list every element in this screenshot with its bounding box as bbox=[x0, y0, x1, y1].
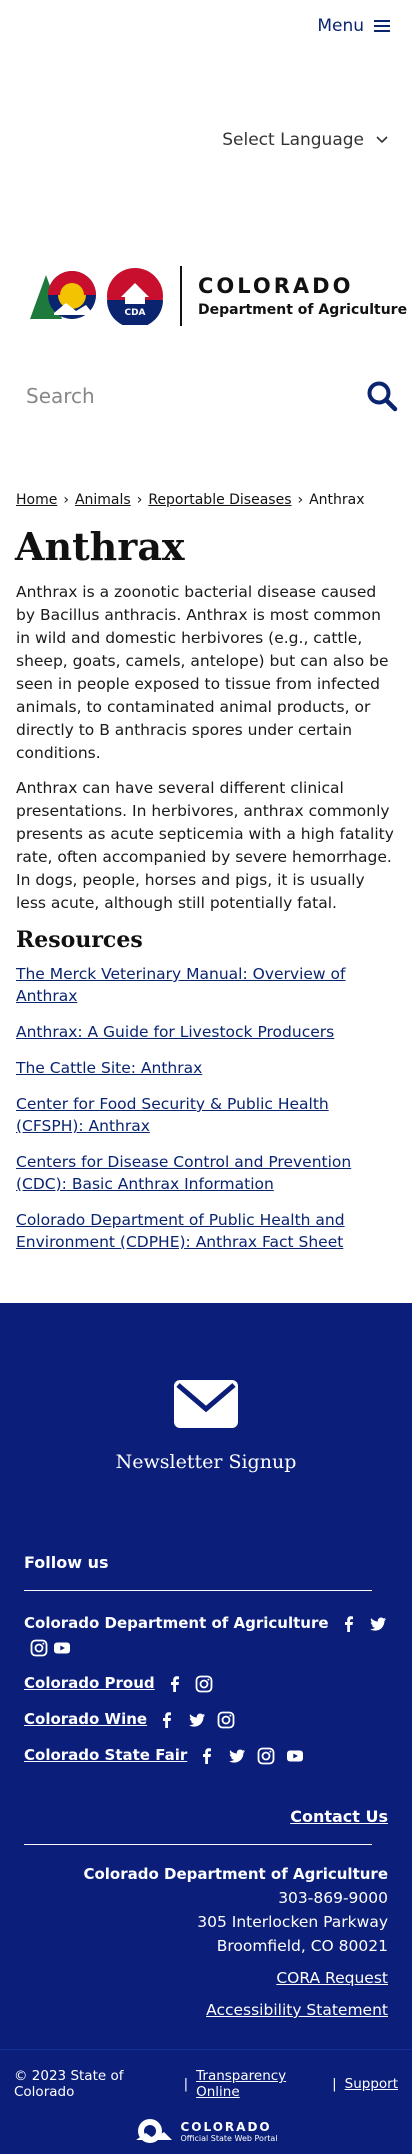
envelope-icon bbox=[174, 1380, 238, 1428]
portal-subtitle: Official State Web Portal bbox=[180, 2133, 278, 2143]
hamburger-icon bbox=[374, 20, 390, 32]
facebook-icon[interactable] bbox=[166, 1675, 184, 1693]
resource-link-cattle-site[interactable]: The Cattle Site: Anthrax bbox=[16, 1057, 396, 1079]
support-link[interactable]: Support bbox=[345, 2076, 398, 2092]
social-row-colorado-wine: Colorado Wine bbox=[24, 1707, 388, 1731]
transparency-online-link[interactable]: Transparency Online bbox=[196, 2068, 324, 2100]
page-title: Anthrax bbox=[15, 524, 185, 569]
breadcrumb: Home › Animals › Reportable Diseases › A… bbox=[16, 492, 396, 508]
colorado-co-logo-icon bbox=[30, 271, 96, 319]
contact-us-link[interactable]: Contact Us bbox=[290, 1807, 388, 1826]
breadcrumb-current: Anthrax bbox=[309, 492, 365, 508]
social-name: Colorado Department of Agriculture bbox=[24, 1614, 329, 1632]
footer-phone: 303-869-9000 bbox=[278, 1889, 388, 1907]
newsletter-label: Newsletter Signup bbox=[115, 1451, 297, 1473]
logo-subtitle: Department of Agriculture bbox=[198, 302, 408, 318]
resource-link-merck[interactable]: The Merck Veterinary Manual: Overview of… bbox=[16, 963, 396, 1007]
cda-badge-icon: CDA bbox=[107, 268, 163, 325]
search-input[interactable] bbox=[26, 384, 286, 408]
legal-separator: | bbox=[332, 2076, 337, 2092]
divider bbox=[24, 1844, 372, 1845]
instagram-icon[interactable] bbox=[217, 1711, 235, 1729]
site-logo[interactable]: CDA COLORADO Department of Agriculture bbox=[0, 232, 412, 360]
breadcrumb-separator: › bbox=[63, 492, 69, 508]
svg-text:CDA: CDA bbox=[124, 308, 145, 318]
twitter-icon[interactable] bbox=[369, 1615, 387, 1633]
social-row-colorado-state-fair: Colorado State Fair bbox=[24, 1743, 388, 1767]
instagram-icon[interactable] bbox=[257, 1747, 275, 1765]
resource-link-cdphe[interactable]: Colorado Department of Public Health and… bbox=[16, 1209, 396, 1253]
legal-bar: © 2023 State of Colorado | Transparency … bbox=[0, 2049, 412, 2154]
accessibility-statement-link[interactable]: Accessibility Statement bbox=[24, 2001, 388, 2019]
colorado-portal-icon bbox=[136, 2119, 173, 2143]
twitter-icon[interactable] bbox=[188, 1711, 206, 1729]
breadcrumb-separator: › bbox=[136, 492, 143, 508]
menu-button[interactable]: Menu bbox=[317, 16, 390, 36]
instagram-icon[interactable] bbox=[195, 1675, 213, 1693]
footer-address-line-2: Broomfield, CO 80021 bbox=[216, 1937, 388, 1955]
twitter-icon[interactable] bbox=[228, 1747, 246, 1765]
facebook-icon[interactable] bbox=[158, 1711, 176, 1729]
footer-address-line-1: 305 Interlocken Parkway bbox=[197, 1913, 388, 1931]
footer-org-name: Colorado Department of Agriculture bbox=[83, 1865, 388, 1883]
logo-title: COLORADO bbox=[198, 274, 354, 298]
facebook-icon[interactable] bbox=[340, 1615, 358, 1633]
menu-label: Menu bbox=[317, 16, 364, 36]
language-label: Select Language bbox=[222, 130, 364, 150]
instagram-icon[interactable] bbox=[30, 1639, 48, 1657]
intro-paragraph: Anthrax is a zoonotic bacterial disease … bbox=[16, 583, 389, 762]
portal-title: COLORADO bbox=[180, 2119, 272, 2134]
cora-request-link[interactable]: CORA Request bbox=[24, 1969, 388, 1987]
legal-separator: | bbox=[183, 2076, 189, 2092]
social-row-colorado-proud: Colorado Proud bbox=[24, 1671, 388, 1695]
colorado-state-fair-link[interactable]: Colorado State Fair bbox=[24, 1746, 187, 1764]
language-select[interactable]: Select Language bbox=[222, 130, 388, 150]
site-footer: Newsletter Signup Follow us Colorado Dep… bbox=[0, 1303, 412, 2049]
youtube-icon[interactable] bbox=[53, 1639, 71, 1657]
breadcrumb-reportable-diseases-link[interactable]: Reportable Diseases bbox=[148, 492, 291, 508]
newsletter-signup-button[interactable]: Newsletter Signup bbox=[0, 1303, 412, 1473]
resources-list: The Merck Veterinary Manual: Overview of… bbox=[16, 963, 396, 1253]
resource-link-livestock-guide[interactable]: Anthrax: A Guide for Livestock Producers bbox=[16, 1021, 396, 1043]
search-icon[interactable] bbox=[366, 380, 398, 412]
divider bbox=[24, 1590, 372, 1591]
resource-link-cfsph[interactable]: Center for Food Security & Public Health… bbox=[16, 1093, 396, 1137]
resource-link-cdc[interactable]: Centers for Disease Control and Preventi… bbox=[16, 1151, 396, 1195]
youtube-icon[interactable] bbox=[286, 1747, 304, 1765]
breadcrumb-home-link[interactable]: Home bbox=[16, 492, 57, 508]
follow-heading: Follow us bbox=[24, 1553, 109, 1572]
logo-divider bbox=[180, 266, 182, 326]
breadcrumb-separator: › bbox=[297, 492, 304, 508]
social-row-cda: Colorado Department of Agriculture bbox=[24, 1611, 388, 1659]
colorado-portal-logo[interactable]: COLORADO Official State Web Portal bbox=[14, 2118, 398, 2144]
clinical-paragraph: Anthrax can have several different clini… bbox=[16, 779, 394, 912]
colorado-proud-link[interactable]: Colorado Proud bbox=[24, 1674, 155, 1692]
facebook-icon[interactable] bbox=[198, 1747, 216, 1765]
breadcrumb-animals-link[interactable]: Animals bbox=[75, 492, 131, 508]
copyright-text: © 2023 State of Colorado bbox=[14, 2068, 124, 2100]
chevron-down-icon bbox=[376, 136, 388, 144]
colorado-wine-link[interactable]: Colorado Wine bbox=[24, 1710, 147, 1728]
resources-heading: Resources bbox=[16, 927, 143, 953]
